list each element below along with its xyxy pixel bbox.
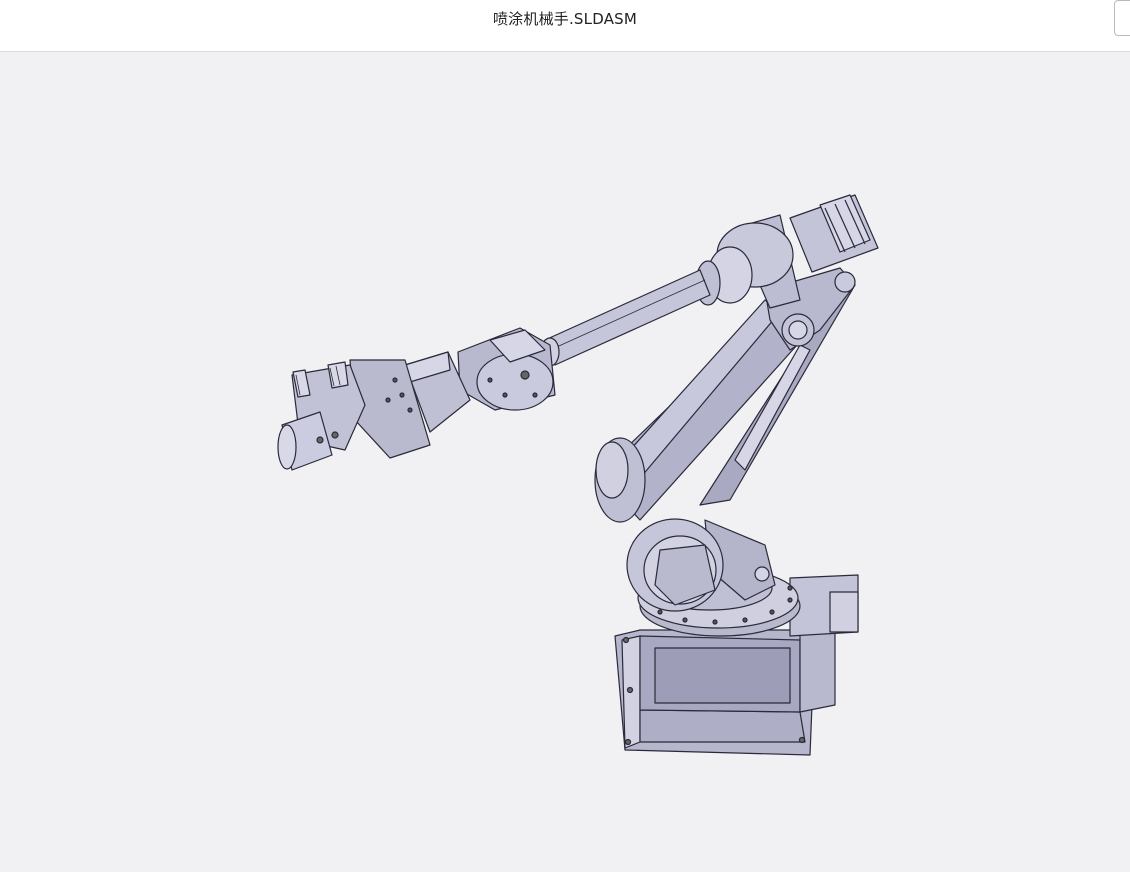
document-title: 喷涂机械手.SLDASM <box>492 10 638 28</box>
robot-arm-model[interactable] <box>0 52 1130 872</box>
corner-button[interactable] <box>1114 0 1130 36</box>
wrist-joint <box>457 327 556 411</box>
forearm-tube <box>540 269 711 367</box>
title-bar: 喷涂机械手.SLDASM <box>0 0 1130 52</box>
upper-arm-motor <box>789 194 879 273</box>
upper-arm-housing <box>695 214 801 309</box>
3d-viewport[interactable] <box>0 52 1130 872</box>
